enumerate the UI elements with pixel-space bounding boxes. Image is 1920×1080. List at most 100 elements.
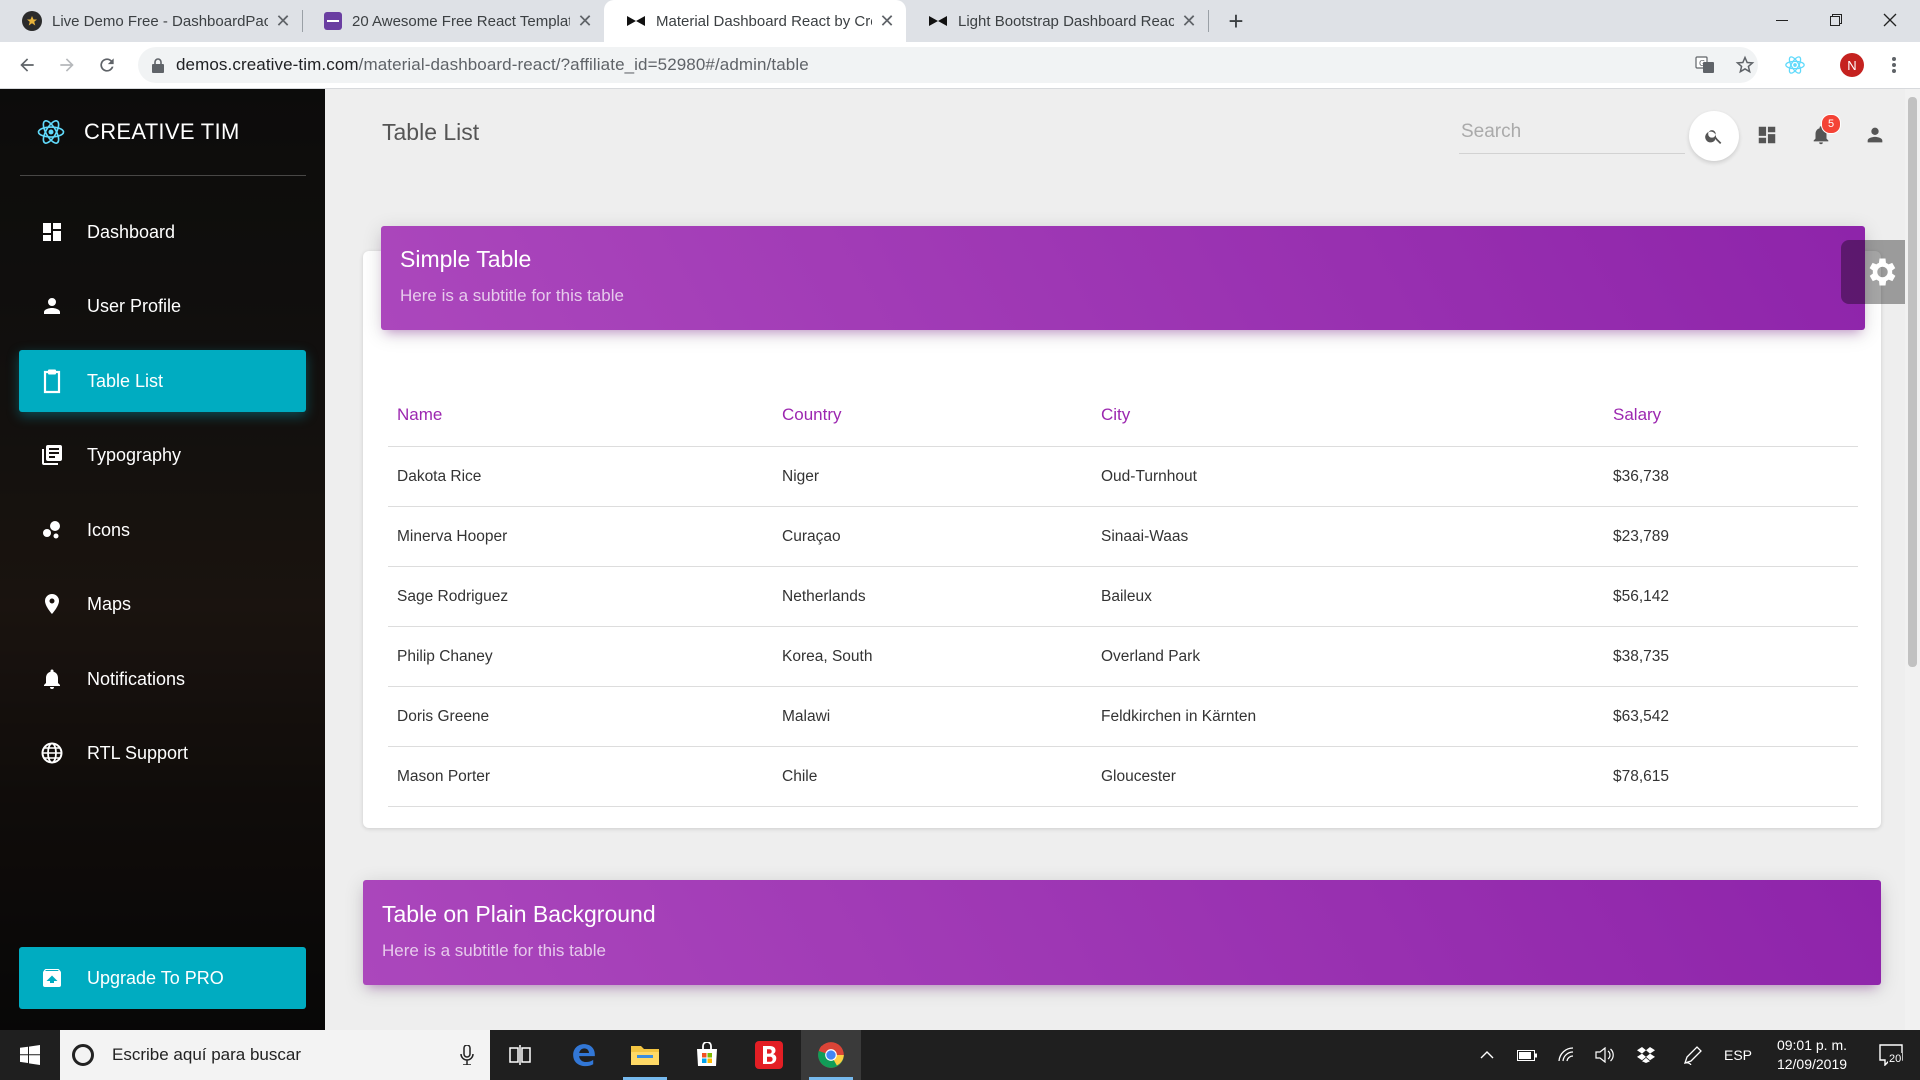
sidebar-item-label: Maps: [87, 593, 132, 614]
taskbar-clock[interactable]: 09:01 p. m. 12/09/2019: [1762, 1036, 1862, 1074]
translate-icon[interactable]: G: [1693, 53, 1717, 77]
address-bar[interactable]: demos.creative-tim.com/material-dashboar…: [138, 47, 1758, 83]
cortana-icon: [72, 1044, 94, 1066]
cell-country: Malawi: [773, 686, 1092, 747]
browser-tab-title: Light Bootstrap Dashboard React: [958, 12, 1174, 30]
wifi-icon[interactable]: [1552, 1030, 1582, 1080]
column-header-name: Name: [388, 384, 773, 447]
search-icon: [1705, 130, 1722, 144]
back-button[interactable]: [13, 51, 41, 79]
search-input[interactable]: [1459, 111, 1689, 153]
library-books-icon: [37, 440, 67, 470]
cell-salary: $78,615: [1604, 746, 1858, 807]
profile-avatar[interactable]: N: [1840, 53, 1864, 77]
scrollbar-thumb[interactable]: [1908, 97, 1917, 667]
colorlib-favicon-icon: [324, 12, 342, 30]
close-icon[interactable]: ✕: [1180, 11, 1198, 31]
action-center-count: 20: [1888, 1053, 1903, 1065]
cell-city: Gloucester: [1092, 746, 1604, 807]
table-row: Sage Rodriguez Netherlands Baileux $56,1…: [388, 566, 1858, 627]
edge-browser-icon[interactable]: [554, 1030, 614, 1080]
taskbar-search-box[interactable]: Escribe aquí para buscar: [60, 1030, 490, 1080]
bell-icon: [37, 664, 67, 694]
search-button[interactable]: [1689, 111, 1739, 161]
bubble-chart-icon: [37, 515, 67, 545]
globe-icon: [37, 738, 67, 768]
column-header-salary: Salary: [1604, 384, 1858, 447]
cell-country: Curaçao: [773, 506, 1092, 567]
more-vert-icon[interactable]: [1882, 53, 1906, 77]
sidebar-item-user-profile[interactable]: User Profile: [19, 275, 306, 337]
sidebar-item-typography[interactable]: Typography: [19, 424, 306, 486]
card-subtitle: Here is a subtitle for this table: [400, 286, 624, 305]
dashboard-grid-icon[interactable]: [1754, 122, 1780, 148]
url-host: demos.creative-tim.com: [176, 55, 359, 74]
lock-icon[interactable]: [152, 57, 164, 73]
page-title[interactable]: Table List: [382, 119, 479, 146]
close-icon[interactable]: ✕: [274, 11, 292, 31]
forward-button[interactable]: [53, 51, 81, 79]
cell-salary: $56,142: [1604, 566, 1858, 627]
table-row: Dakota Rice Niger Oud-Turnhout $36,738: [388, 446, 1858, 507]
file-explorer-icon[interactable]: [615, 1030, 675, 1080]
browser-tab-3-active[interactable]: Material Dashboard React by Cre ✕: [604, 0, 906, 42]
pen-icon[interactable]: [1678, 1030, 1708, 1080]
page-scrollbar[interactable]: [1905, 89, 1920, 1030]
minimize-button[interactable]: [1752, 0, 1812, 40]
cell-name: Philip Chaney: [388, 626, 773, 687]
upgrade-to-pro-button[interactable]: Upgrade To PRO: [19, 947, 306, 1009]
browser-tab-1[interactable]: Live Demo Free - DashboardPack ✕: [0, 0, 302, 42]
brand-name: CREATIVE TIM: [84, 119, 240, 144]
restore-button[interactable]: [1806, 0, 1866, 40]
cell-country: Chile: [773, 746, 1092, 807]
sidebar-item-table-list[interactable]: Table List: [19, 350, 306, 412]
browser-toolbar: demos.creative-tim.com/material-dashboar…: [0, 42, 1920, 89]
table-row: Mason Porter Chile Gloucester $78,615: [388, 746, 1858, 807]
dropbox-icon[interactable]: [1631, 1030, 1661, 1080]
chrome-browser-icon[interactable]: [801, 1030, 861, 1080]
new-tab-button[interactable]: +: [1222, 6, 1250, 36]
cell-city: Feldkirchen in Kärnten: [1092, 686, 1604, 747]
sidebar-item-notifications[interactable]: Notifications: [19, 648, 306, 710]
show-hidden-icons-chevron-icon[interactable]: [1474, 1030, 1500, 1080]
action-center-icon[interactable]: 20: [1866, 1030, 1916, 1080]
microsoft-store-icon[interactable]: [677, 1030, 737, 1080]
close-icon[interactable]: ✕: [878, 11, 896, 31]
browser-tab-2[interactable]: 20 Awesome Free React Template ✕: [302, 0, 604, 42]
browser-tab-4[interactable]: Light Bootstrap Dashboard React ✕: [906, 0, 1208, 42]
browser-tab-title: 20 Awesome Free React Template: [352, 12, 570, 30]
brand-logo-link[interactable]: CREATIVE TIM: [20, 89, 306, 176]
cell-country: Netherlands: [773, 566, 1092, 627]
task-view-icon[interactable]: [490, 1030, 550, 1080]
taskbar-search-placeholder: Escribe aquí para buscar: [112, 1045, 301, 1064]
sidebar-item-icons[interactable]: Icons: [19, 499, 306, 561]
url-path: /material-dashboard-react/?affiliate_id=…: [358, 55, 809, 74]
battery-icon[interactable]: [1512, 1030, 1542, 1080]
start-button[interactable]: [0, 1030, 60, 1080]
cell-city: Baileux: [1092, 566, 1604, 627]
microphone-icon[interactable]: [460, 1045, 474, 1065]
b-app-icon[interactable]: [739, 1030, 799, 1080]
reload-button[interactable]: [93, 51, 121, 79]
column-header-country: Country: [773, 384, 1092, 447]
sidebar-item-dashboard[interactable]: Dashboard: [19, 201, 306, 263]
sidebar-item-rtl-support[interactable]: RTL Support: [19, 722, 306, 784]
card-title: Simple Table: [400, 246, 532, 272]
table-row: Doris Greene Malawi Feldkirchen in Kärnt…: [388, 686, 1858, 747]
close-window-button[interactable]: [1860, 0, 1920, 40]
sidebar-item-maps[interactable]: Maps: [19, 573, 306, 635]
cell-salary: $23,789: [1604, 506, 1858, 567]
url-text: demos.creative-tim.com/material-dashboar…: [176, 55, 809, 75]
creative-tim-favicon-icon: [928, 11, 948, 31]
column-header-city: City: [1092, 384, 1604, 447]
simple-table: Name Country City Salary Dakota Rice Nig…: [388, 384, 1858, 807]
cell-city: Sinaai-Waas: [1092, 506, 1604, 567]
close-icon[interactable]: ✕: [576, 11, 594, 31]
language-indicator[interactable]: ESP: [1716, 1030, 1760, 1080]
main-panel: Table List 5 Simple Table Here is a subt…: [325, 89, 1920, 1030]
card-subtitle: Here is a subtitle for this table: [382, 941, 606, 960]
bookmark-star-icon[interactable]: [1733, 53, 1757, 77]
react-devtools-icon[interactable]: [1783, 53, 1807, 77]
volume-icon[interactable]: [1590, 1030, 1620, 1080]
person-icon[interactable]: [1862, 122, 1888, 148]
